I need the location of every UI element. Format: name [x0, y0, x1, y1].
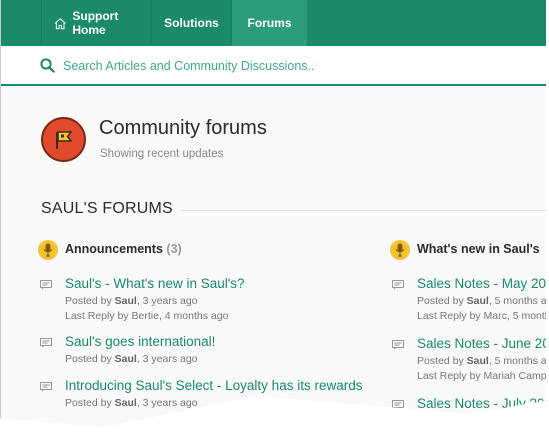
- page-subtitle: Showing recent updates: [100, 148, 224, 160]
- forum-title: Announcements (3): [65, 242, 182, 256]
- posted-prefix: Posted by: [417, 295, 464, 307]
- topic-posted-by: Posted by Saul, 3 years ago: [65, 353, 198, 365]
- flag-icon: [56, 131, 73, 149]
- page-title: Community forums: [99, 117, 267, 139]
- posted-prefix: Posted by: [65, 353, 112, 365]
- reply-prefix: Last Reply: [65, 310, 115, 322]
- nav-solutions[interactable]: Solutions: [152, 0, 232, 46]
- microphone-icon: [38, 240, 58, 260]
- topic-posted-by: Posted by Saul, 5 months ago: [417, 355, 547, 367]
- topic-icon: [392, 400, 404, 410]
- posted-prefix: Posted by: [65, 295, 112, 307]
- topic-icon: [40, 382, 52, 392]
- nav-forums-label: Forums: [247, 16, 292, 30]
- forum-header[interactable]: Announcements (3): [38, 240, 378, 262]
- topic-posted-by: Posted by Bertie, 5 months ago: [417, 415, 546, 427]
- topic-link[interactable]: Saul's goes international!: [65, 334, 215, 349]
- posted-time: , 3 years ago: [136, 353, 198, 365]
- topic-author[interactable]: Saul: [115, 353, 137, 365]
- reply-text: by Marc, 5 months ago: [469, 310, 549, 322]
- topic-author[interactable]: Saul: [467, 355, 489, 367]
- topic-last-reply: Last Reply by Marc, 5 months ago: [417, 310, 549, 322]
- nav-solutions-label: Solutions: [164, 16, 219, 30]
- forum-column-whats-new: What's new in Saul's Sales Notes - May 2…: [390, 240, 549, 427]
- topic-icon: [40, 280, 52, 290]
- posted-time: , 5 months ago: [488, 295, 547, 307]
- posted-time: , 3 years ago: [136, 295, 198, 307]
- forum-title-text[interactable]: Announcements: [65, 242, 163, 256]
- topic-item: Saul's - What's new in Saul's? Posted by…: [38, 276, 378, 322]
- forum-title-text[interactable]: What's new in Saul's: [417, 242, 540, 256]
- topic-posted-by: Posted by Saul, 3 years ago: [65, 397, 198, 409]
- search-icon[interactable]: [40, 58, 55, 73]
- topic-author[interactable]: Saul: [115, 295, 137, 307]
- reply-text: by Mariah Camp, 5 months ago: [469, 370, 549, 382]
- reply-prefix: Last Reply: [417, 370, 467, 382]
- reply-text: by Bertie, 4 months ago: [117, 310, 229, 322]
- topic-author[interactable]: Bertie: [467, 415, 497, 427]
- topic-item: Sales Notes - July 2014 Posted by Bertie…: [390, 396, 546, 427]
- topic-link[interactable]: Sales Notes - June 2014: [417, 336, 546, 351]
- page-viewport: Support Home Solutions Forums Community …: [0, 0, 549, 445]
- community-badge: [41, 117, 86, 162]
- nav-forums[interactable]: Forums: [232, 0, 307, 46]
- reply-prefix: Last Reply: [417, 310, 467, 322]
- forums-page-card: Support Home Solutions Forums Community …: [0, 0, 549, 428]
- home-icon: [54, 17, 66, 29]
- section-divider: [181, 210, 546, 211]
- forum-title: What's new in Saul's: [417, 242, 540, 256]
- topic-link[interactable]: Sales Notes - May 2014: [417, 276, 546, 291]
- topic-item: Sales Notes - May 2014 Posted by Saul, 5…: [390, 276, 549, 322]
- topic-last-reply: Last Reply by Mariah Camp, 5 months ago: [417, 370, 549, 382]
- posted-time: , 5 months ago: [496, 415, 546, 427]
- search-input[interactable]: [63, 55, 503, 77]
- section-title: SAUL'S FORUMS: [41, 200, 173, 217]
- posted-prefix: Posted by: [417, 355, 464, 367]
- topic-last-reply: Last Reply by Bertie, 4 months ago: [65, 310, 228, 322]
- topic-posted-by: Posted by Saul, 5 months ago: [417, 295, 547, 307]
- posted-prefix: Posted by: [417, 415, 464, 427]
- topic-item: Introducing Saul's Select - Loyalty has …: [38, 378, 378, 424]
- topic-link[interactable]: Sales Notes - July 2014: [417, 396, 546, 411]
- posted-time: , 5 months ago: [488, 355, 547, 367]
- topic-link[interactable]: Introducing Saul's Select - Loyalty has …: [65, 378, 362, 393]
- forum-header[interactable]: What's new in Saul's: [390, 240, 546, 262]
- posted-prefix: Posted by: [65, 397, 112, 409]
- topic-icon: [392, 340, 404, 350]
- topic-item: Saul's goes international! Posted by Sau…: [38, 334, 378, 380]
- top-nav: Support Home Solutions Forums: [1, 0, 546, 46]
- topic-author[interactable]: Saul: [115, 397, 137, 409]
- nav-support-home[interactable]: Support Home: [41, 0, 152, 46]
- topic-icon: [392, 280, 404, 290]
- forum-topic-count: (3): [166, 242, 182, 256]
- microphone-icon: [390, 240, 410, 260]
- nav-support-home-label: Support Home: [72, 9, 119, 37]
- search-bar: [1, 46, 546, 86]
- posted-time: , 3 years ago: [136, 397, 198, 409]
- topic-author[interactable]: Saul: [467, 295, 489, 307]
- topic-link[interactable]: Saul's - What's new in Saul's?: [65, 276, 245, 291]
- topic-icon: [40, 338, 52, 348]
- topic-item: Sales Notes - June 2014 Posted by Saul, …: [390, 336, 549, 382]
- topic-posted-by: Posted by Saul, 3 years ago: [65, 295, 198, 307]
- forum-column-announcements: Announcements (3) Saul's - What's new in…: [38, 240, 378, 424]
